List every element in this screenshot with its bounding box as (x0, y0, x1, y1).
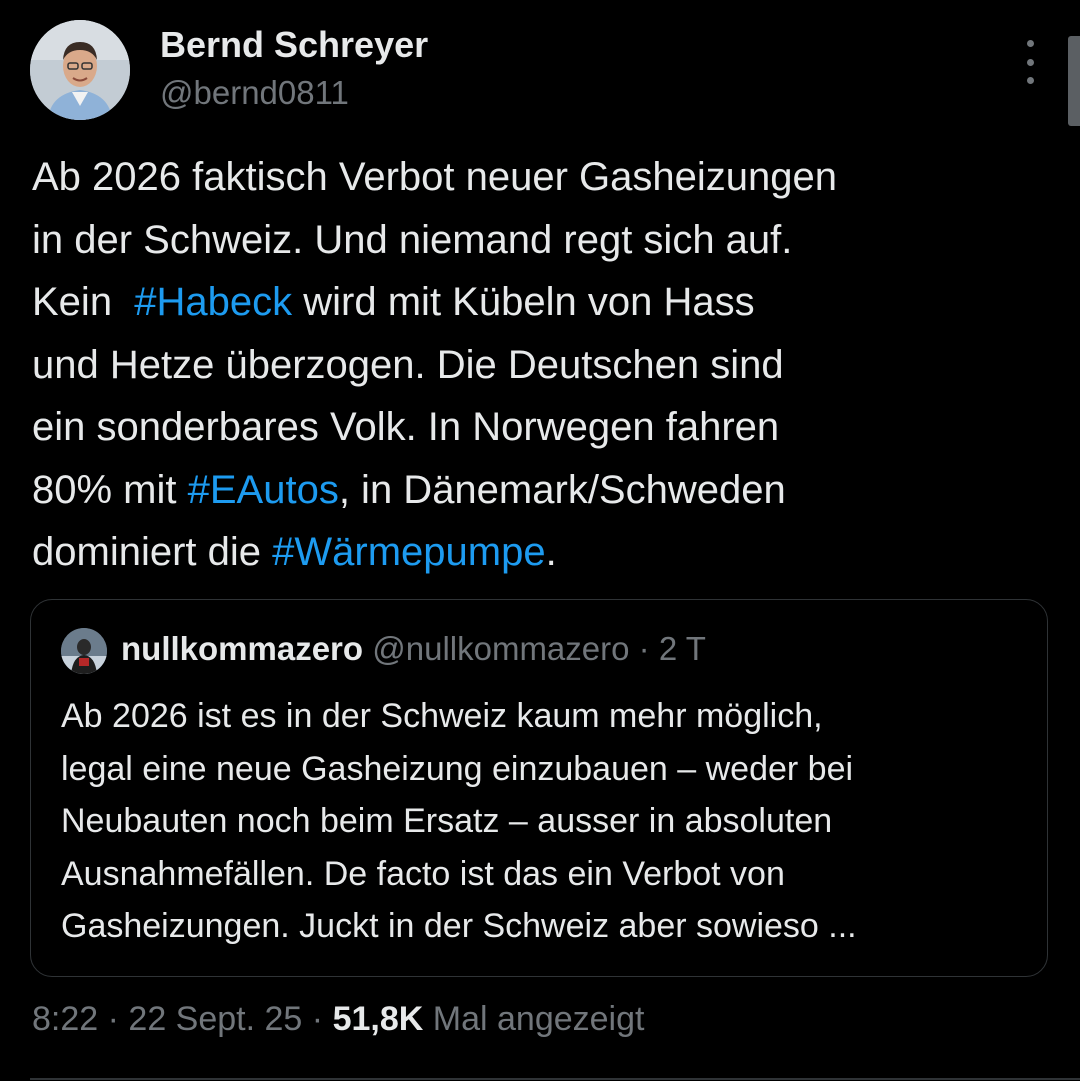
quote-author-handle[interactable]: @nullkommazero (372, 630, 629, 667)
tweet-meta: 8:22 · 22 Sept. 25 · 51,8K Mal angezeigt (32, 1000, 644, 1039)
tweet-text-segment: , in Dänemark/Schweden (338, 467, 786, 512)
tweet-text-line: Kein #Habeck wird mit Kübeln von Hass (32, 271, 1052, 334)
tweet-text-segment: ein sonderbares Volk. In Norwegen fahren (32, 405, 780, 449)
quote-author-name[interactable]: nullkommazero (121, 630, 363, 667)
tweet-text-segment: Ab 2026 faktisch Verbot neuer Gasheizung… (32, 155, 837, 199)
quote-timestamp[interactable]: 2 T (659, 630, 706, 667)
hashtag-link[interactable]: #EAutos (188, 468, 339, 512)
tweet: Bernd Schreyer @bernd0811 Ab 2026 faktis… (0, 0, 1080, 1081)
hashtag-link[interactable]: #Habeck (134, 280, 292, 324)
tweet-text-line: und Hetze überzogen. Die Deutschen sind (32, 334, 1052, 397)
author-handle[interactable]: @bernd0811 (160, 74, 349, 112)
meta-separator: · (107, 1000, 119, 1038)
author-name[interactable]: Bernd Schreyer (160, 24, 428, 66)
tweet-text-segment: Kein (32, 280, 135, 324)
quote-text-line: Ab 2026 ist es in der Schweiz kaum mehr … (61, 697, 823, 735)
quote-text: Ab 2026 ist es in der Schweiz kaum mehr … (61, 690, 1031, 953)
tweet-date[interactable]: 22 Sept. 25 (128, 1000, 302, 1038)
quoted-tweet-card[interactable]: nullkommazero @nullkommazero · 2 T Ab 20… (30, 599, 1048, 977)
author-avatar[interactable] (30, 20, 130, 120)
views-label: Mal angezeigt (432, 1000, 645, 1038)
scrollbar[interactable] (1068, 36, 1080, 126)
tweet-text: Ab 2026 faktisch Verbot neuer Gasheizung… (32, 146, 1052, 584)
tweet-text-line: 80% mit #EAutos, in Dänemark/Schweden (32, 459, 1052, 522)
tweet-text-segment: dominiert die (32, 530, 273, 574)
tweet-text-segment: wird mit Kübeln von Hass (292, 280, 755, 324)
tweet-text-line: ein sonderbares Volk. In Norwegen fahren (32, 396, 1052, 459)
author-avatar-image (30, 20, 130, 120)
quote-avatar-image (61, 628, 107, 674)
tweet-text-segment: . (545, 530, 557, 574)
meta-separator: · (311, 1000, 324, 1038)
tweet-text-segment: in der Schweiz. Und niemand regt sich au… (32, 217, 793, 262)
tweet-text-line: in der Schweiz. Und niemand regt sich au… (32, 209, 1052, 272)
tweet-text-line: dominiert die #Wärmepumpe. (32, 521, 1052, 584)
hashtag-link[interactable]: #Wärmepumpe (272, 530, 545, 574)
quote-separator: · (638, 630, 650, 667)
tweet-text-segment: und Hetze überzogen. Die Deutschen sind (32, 342, 784, 387)
quote-text-line: Neubauten noch beim Ersatz – ausser in a… (61, 802, 833, 840)
quote-text-line: legal eine neue Gasheizung einzubauen – … (61, 749, 854, 788)
more-vertical-icon[interactable] (1015, 40, 1045, 84)
quote-avatar (61, 628, 107, 674)
divider (30, 1078, 1080, 1080)
tweet-text-segment: 80% mit (32, 467, 188, 512)
quote-header: nullkommazero @nullkommazero · 2 T (121, 630, 706, 668)
quote-text-line: Ausnahmefällen. De facto ist das ein Ver… (61, 854, 785, 893)
views-count: 51,8K (332, 1000, 424, 1038)
quote-text-line: Gasheizungen. Juckt in der Schweiz aber … (61, 907, 857, 945)
tweet-time[interactable]: 8:22 (32, 1000, 98, 1038)
tweet-text-line: Ab 2026 faktisch Verbot neuer Gasheizung… (32, 146, 1052, 209)
